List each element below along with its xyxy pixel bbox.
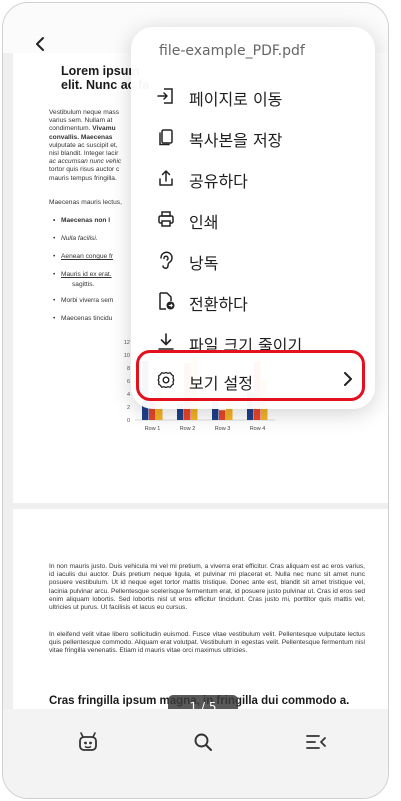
menu-item-label: 인쇄 — [189, 213, 219, 232]
list-item: Nulla facilisi. — [53, 235, 98, 242]
y-tick-label: 12 — [124, 340, 130, 346]
menu-item-print[interactable]: 인쇄 — [131, 199, 375, 239]
text-line: tortor quis risus auctor c — [49, 166, 120, 174]
y-tick-label: 2 — [127, 405, 130, 411]
save-copy-icon — [155, 126, 177, 148]
text-line: Vestibulum neque mass — [49, 109, 120, 116]
menu-item-label: 보기 설정 — [189, 374, 253, 393]
text-line: mauris tempus fringilla. — [49, 174, 117, 182]
list-item: Mauris id ex erat. — [53, 271, 112, 278]
list-item: Aenean congue fr — [53, 253, 113, 260]
menu-item-save-copy[interactable]: 복사본을 저장 — [131, 117, 375, 157]
x-tick-label: Row 4 — [250, 426, 266, 432]
menu-item-label: 공유하다 — [189, 172, 248, 191]
x-tick-label: Row 2 — [180, 426, 196, 432]
page1-paragraph-1: Vestibulum neque mass varius sem. Nullam… — [49, 109, 121, 183]
menu-item-share[interactable]: 공유하다 — [131, 158, 375, 198]
app-frame: Lorem ipsum elit. Nunc ac fa Vestibulum … — [2, 2, 389, 799]
chevron-right-icon — [344, 372, 352, 386]
print-icon — [155, 208, 177, 230]
back-arrow-icon — [36, 37, 44, 51]
search-icon — [194, 733, 212, 751]
y-tick-label: 8 — [127, 366, 130, 372]
text-line: condimentum. Vivamu — [49, 125, 116, 133]
bottom-toolbar — [3, 709, 388, 798]
y-tick-label: 4 — [127, 392, 130, 398]
list-item: Morbi viverra sem — [53, 297, 113, 304]
read-aloud-icon — [155, 249, 177, 271]
list-item: Maecenas tincidu — [53, 315, 112, 322]
x-tick-label: Row 3 — [215, 426, 231, 432]
share-icon — [155, 167, 177, 189]
y-tick-label: 10 — [124, 353, 130, 359]
menu-item-label: 파일 크기 줄이기 — [189, 336, 303, 355]
text-line: varius sem. Nullam at — [49, 117, 113, 125]
menu-item-label: 전환하다 — [189, 295, 248, 314]
menu-item-read-aloud[interactable]: 낭독 — [131, 240, 375, 280]
menu-item-label: 페이지로 이동 — [189, 90, 283, 109]
x-tick-label: Row 1 — [145, 426, 161, 432]
text-line: vulputate ac suscipit et, — [49, 141, 118, 149]
menu-file-title: file-example_PDF.pdf — [159, 43, 305, 59]
page2-paragraph-2: In eleifend velit vitae libero sollicitu… — [49, 631, 365, 655]
y-tick-label: 6 — [127, 379, 130, 385]
menu-item-reduce-file-size[interactable]: 파일 크기 줄이기 — [131, 322, 375, 362]
chart-bar — [219, 410, 226, 420]
outline-button[interactable] — [303, 729, 329, 755]
list-item-continuation: sagittis. — [72, 281, 95, 288]
robot-icon — [79, 732, 97, 751]
menu-item-label: 낭독 — [189, 254, 219, 273]
list-item: Maecenas non l — [53, 217, 110, 224]
back-button[interactable] — [29, 33, 51, 55]
go-to-page-icon — [155, 85, 177, 107]
outline-collapse-icon — [306, 735, 326, 749]
text-line: convallis. Maecenas — [49, 133, 113, 141]
page1-paragraph-2: Maecenas mauris lectus, — [49, 199, 122, 206]
ai-assistant-button[interactable] — [75, 729, 101, 755]
reduce-size-icon — [155, 331, 177, 353]
search-button[interactable] — [190, 729, 216, 755]
y-tick-label: 0 — [127, 418, 130, 424]
more-options-menu: file-example_PDF.pdf 페이지로 이동 복사본을 저장 공유하… — [131, 27, 375, 409]
text-line: nisl blandit. Integer lacir — [49, 150, 119, 158]
view-settings-icon — [155, 369, 177, 391]
convert-icon — [155, 290, 177, 312]
page2-paragraph-1: In non mauris justo. Duis vehicula mi ve… — [49, 563, 365, 612]
menu-item-convert[interactable]: 전환하다 — [131, 281, 375, 321]
menu-item-label: 복사본을 저장 — [189, 131, 283, 150]
menu-item-go-to-page[interactable]: 페이지로 이동 — [131, 76, 375, 116]
menu-item-view-settings[interactable]: 보기 설정 — [131, 360, 375, 400]
text-line: ac accumsan nunc vehic — [49, 158, 122, 166]
